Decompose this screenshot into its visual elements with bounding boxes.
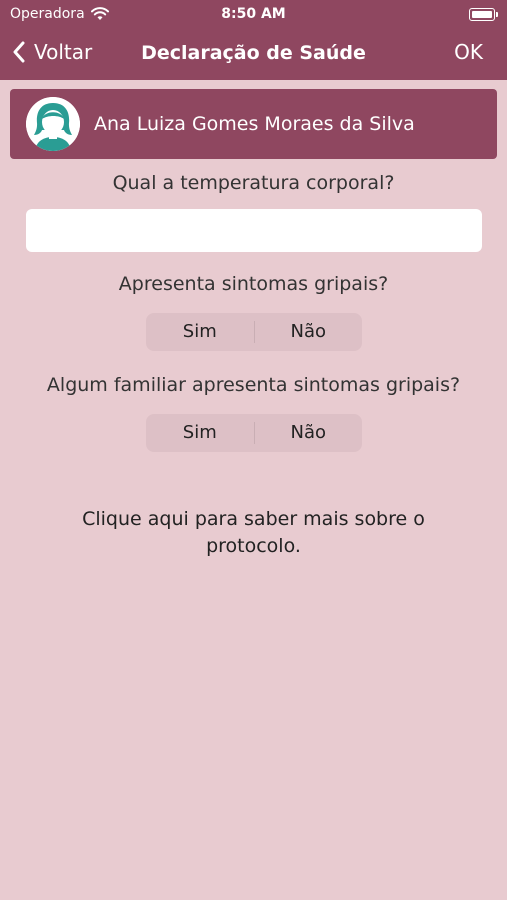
nav-bar: Voltar Declaração de Saúde OK (0, 30, 507, 80)
ok-button[interactable]: OK (454, 40, 483, 64)
profile-card: Ana Luiza Gomes Moraes da Silva (10, 89, 497, 159)
status-time: 8:50 AM (221, 6, 286, 22)
family-symptoms-segmented-control: Sim Não (146, 414, 362, 452)
profile-name: Ana Luiza Gomes Moraes da Silva (94, 113, 415, 135)
temperature-question: Qual a temperatura corporal? (112, 172, 395, 194)
family-symptoms-yes-option[interactable]: Sim (146, 414, 254, 452)
girl-avatar-icon (26, 97, 80, 151)
flu-symptoms-no-option[interactable]: Não (255, 313, 363, 351)
flu-symptoms-yes-option[interactable]: Sim (146, 313, 254, 351)
flu-symptoms-question: Apresenta sintomas gripais? (118, 273, 389, 295)
page-title: Declaração de Saúde (141, 42, 366, 64)
protocol-info-link[interactable]: Clique aqui para saber mais sobre o prot… (40, 506, 467, 560)
app-header: Operadora 8:50 AM Voltar Declaração de S… (0, 0, 507, 80)
family-symptoms-no-option[interactable]: Não (255, 414, 363, 452)
flu-symptoms-segmented-control: Sim Não (146, 313, 362, 351)
status-bar: Operadora 8:50 AM (0, 0, 507, 30)
family-symptoms-question: Algum familiar apresenta sintomas gripai… (46, 374, 461, 396)
battery-icon (469, 8, 498, 21)
temperature-input[interactable] (26, 209, 482, 252)
